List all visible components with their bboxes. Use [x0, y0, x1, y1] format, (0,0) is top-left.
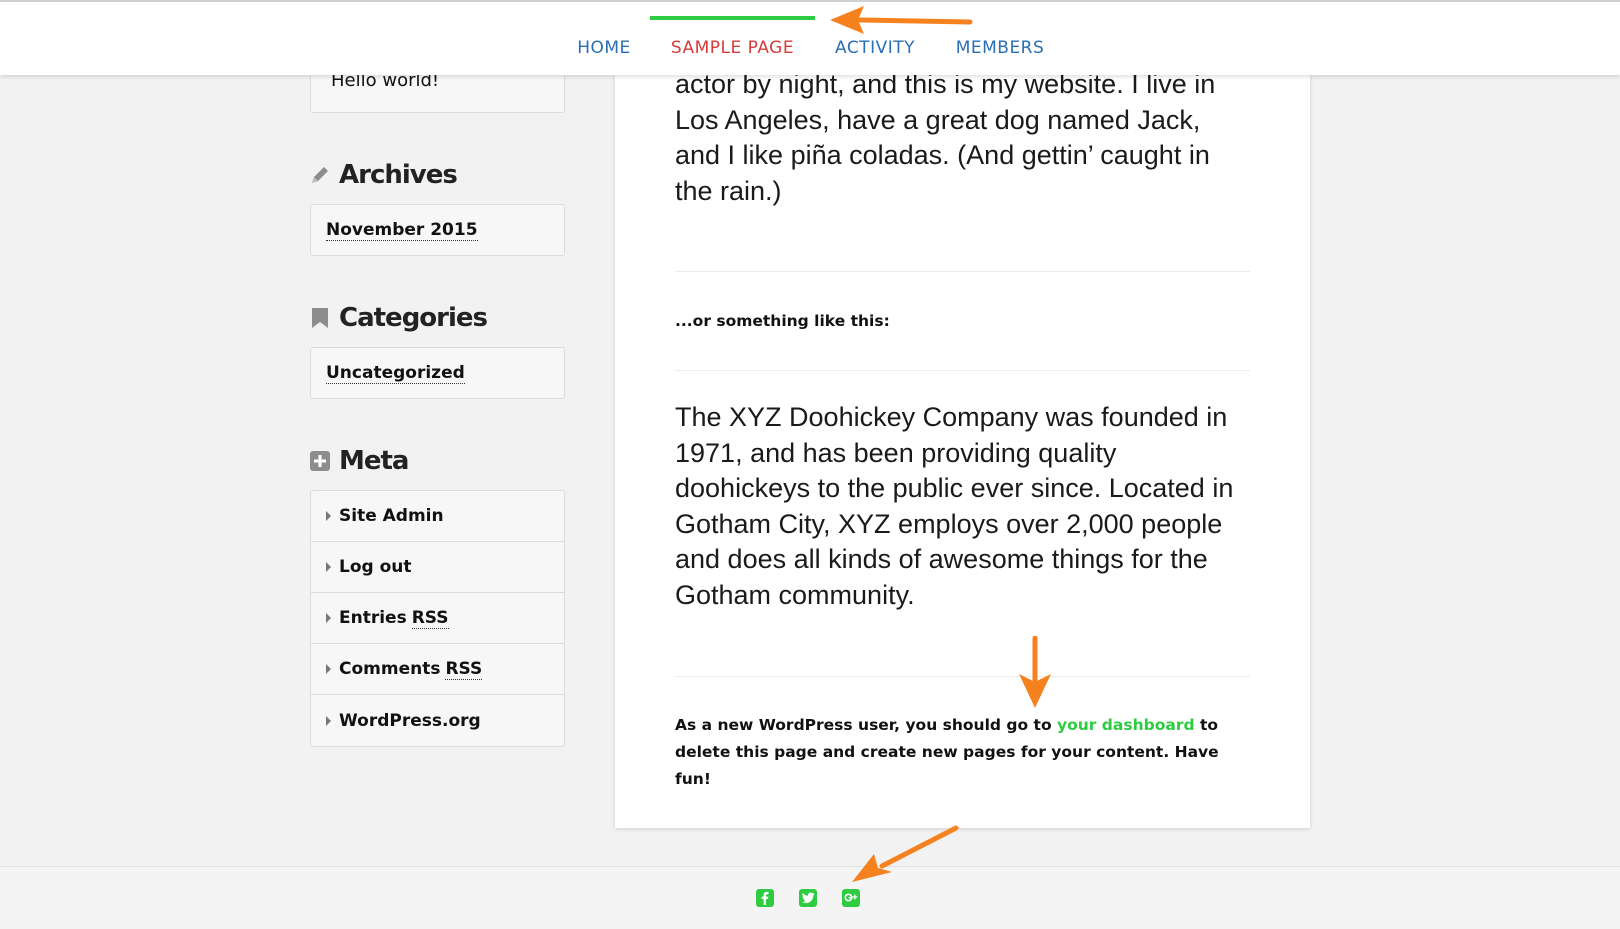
- divider: [675, 271, 1250, 272]
- dashboard-link[interactable]: your dashboard: [1057, 716, 1195, 734]
- facebook-icon[interactable]: [756, 889, 774, 907]
- meta-item-log-out[interactable]: Log out: [311, 542, 564, 593]
- rss-abbr: RSS: [411, 607, 449, 629]
- meta-title: Meta: [309, 446, 409, 476]
- rss-abbr: RSS: [445, 658, 483, 680]
- categories-widget: Uncategorized: [310, 347, 565, 399]
- closing-paragraph: As a new WordPress user, you should go t…: [675, 712, 1255, 793]
- meta-widget: Site Admin Log out Entries RSS Comments …: [310, 490, 565, 747]
- annotation-arrow-icon: [830, 6, 973, 34]
- meta-title-text: Meta: [339, 446, 409, 476]
- caret-right-icon: [326, 562, 331, 572]
- categories-title: Categories: [309, 303, 488, 333]
- meta-item-wordpress-org[interactable]: WordPress.org: [311, 695, 564, 746]
- divider: [675, 676, 1250, 677]
- closing-text-before: As a new WordPress user, you should go t…: [675, 716, 1057, 734]
- meta-item-comments-rss[interactable]: Comments RSS: [311, 644, 564, 695]
- categories-title-text: Categories: [339, 303, 488, 333]
- company-paragraph: The XYZ Doohickey Company was founded in…: [675, 402, 1234, 610]
- divider: [675, 370, 1250, 371]
- page-content: actor by night, and this is my website. …: [615, 40, 1310, 828]
- archives-widget: November 2015: [310, 204, 565, 256]
- top-navigation: HOME SAMPLE PAGE ACTIVITY MEMBERS: [0, 0, 1620, 75]
- meta-item-label: Entries: [339, 608, 407, 628]
- meta-item-label: Comments: [339, 659, 441, 679]
- meta-item-site-admin[interactable]: Site Admin: [311, 491, 564, 542]
- annotation-arrow-icon: [852, 825, 959, 882]
- caret-right-icon: [326, 613, 331, 623]
- twitter-icon[interactable]: [799, 889, 817, 907]
- pencil-icon: [309, 164, 331, 186]
- archives-title-text: Archives: [339, 160, 458, 190]
- plus-square-icon: [309, 450, 331, 472]
- meta-item-entries-rss[interactable]: Entries RSS: [311, 593, 564, 644]
- intro-paragraph: actor by night, and this is my website. …: [675, 69, 1216, 206]
- footer: [0, 866, 1620, 929]
- archives-title: Archives: [309, 160, 458, 190]
- nav-home[interactable]: HOME: [574, 16, 634, 76]
- or-something-text: ...or something like this:: [675, 312, 890, 330]
- annotation-arrow-icon: [1019, 636, 1051, 708]
- meta-item-label: Log out: [339, 557, 412, 577]
- caret-right-icon: [326, 715, 331, 726]
- nav-sample-page[interactable]: SAMPLE PAGE: [665, 16, 800, 76]
- bookmark-icon: [309, 307, 331, 329]
- category-link[interactable]: Uncategorized: [326, 363, 465, 384]
- caret-right-icon: [326, 664, 331, 674]
- archive-link[interactable]: November 2015: [326, 220, 478, 241]
- meta-item-label: Site Admin: [339, 506, 444, 526]
- caret-right-icon: [326, 511, 331, 521]
- google-plus-icon[interactable]: [842, 889, 860, 907]
- meta-item-label: WordPress.org: [339, 710, 481, 731]
